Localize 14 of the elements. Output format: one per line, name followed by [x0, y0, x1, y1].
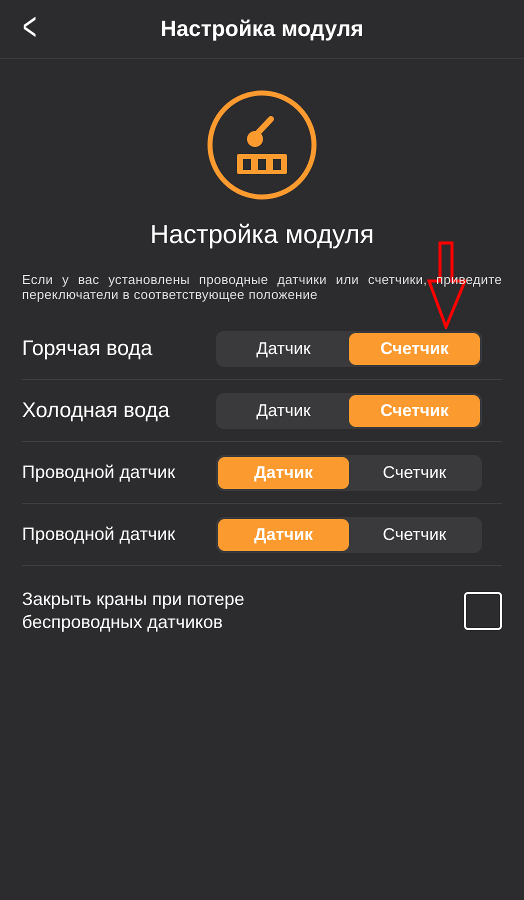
meter-module-icon: [206, 89, 318, 201]
checkbox[interactable]: [464, 592, 502, 630]
segment-option[interactable]: Датчик: [218, 394, 349, 426]
row-label: Холодная вода: [22, 398, 170, 422]
row-label: Проводной датчик: [22, 524, 176, 545]
row-label: Проводной датчик: [22, 462, 176, 483]
back-button[interactable]: <: [22, 4, 37, 50]
row-label: Горячая вода: [22, 336, 152, 360]
segment-option[interactable]: Счетчик: [349, 518, 480, 550]
segment-option[interactable]: Счетчик: [349, 456, 480, 488]
screen-title: Настройка модуля: [160, 16, 364, 42]
checkbox-label: Закрыть краны при потере беспроводных датчиков: [22, 588, 246, 634]
segment-option[interactable]: Датчик: [218, 332, 349, 364]
heading: Настройка модуля: [149, 219, 375, 250]
